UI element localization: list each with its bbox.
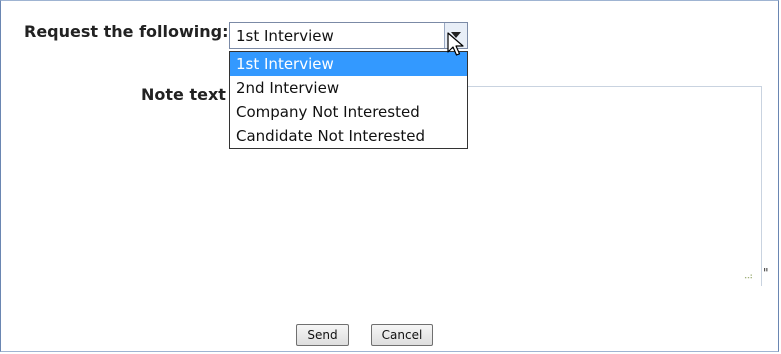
note-label: Note text <box>141 85 226 104</box>
request-select-value: 1st Interview <box>236 27 334 45</box>
request-select[interactable]: 1st Interview <box>229 22 468 49</box>
request-label: Request the following: <box>24 22 229 41</box>
dropdown-option-company-not-interested[interactable]: Company Not Interested <box>230 100 467 124</box>
mouse-cursor-icon <box>447 32 464 56</box>
dropdown-list: 1st Interview 2nd Interview Company Not … <box>229 51 468 149</box>
quote-mark: " <box>763 266 769 280</box>
send-button[interactable]: Send <box>296 324 349 346</box>
dropdown-option-1st-interview[interactable]: 1st Interview <box>230 52 467 76</box>
cancel-button[interactable]: Cancel <box>371 324 433 346</box>
dropdown-option-candidate-not-interested[interactable]: Candidate Not Interested <box>230 124 467 148</box>
resize-grip-icon[interactable]: ⠠⠴ <box>741 272 753 282</box>
dropdown-option-2nd-interview[interactable]: 2nd Interview <box>230 76 467 100</box>
